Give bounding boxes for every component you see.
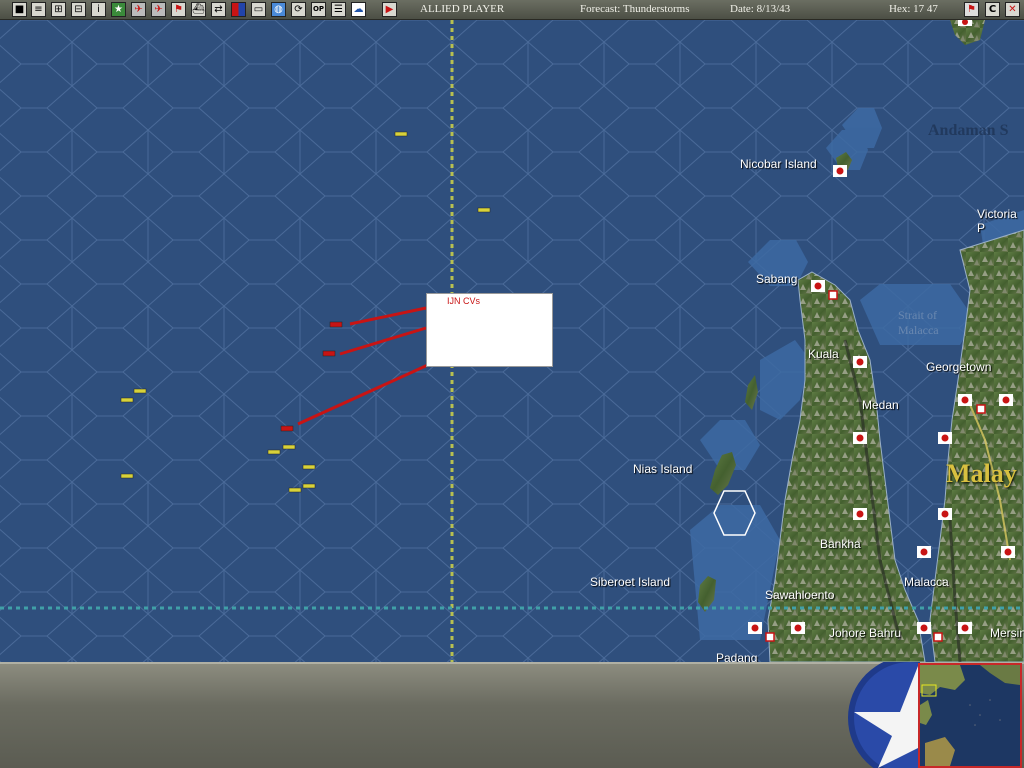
nation-flag-icon[interactable]: ⚑ [964,2,979,17]
map-label-mersing: Mersin [990,626,1024,640]
ship-icon[interactable]: ⛴ [191,2,206,17]
task-force-icon[interactable]: ⊟ [71,2,86,17]
flag-icon[interactable]: ⚑ [171,2,186,17]
info-icon[interactable]: i [91,2,106,17]
globe-icon[interactable]: ◍ [271,2,286,17]
map-label-strait: Strait of Malacca [898,308,939,337]
close-icon[interactable]: ✕ [1005,2,1020,17]
popup-title: IJN CVs [447,296,481,306]
map-label-sabang: Sabang [756,272,798,286]
map-label-nicobar: Nicobar Island [740,157,817,171]
map-label-sawahloento: Sawahloento [765,588,835,602]
end-turn-play-icon[interactable]: ▶ [382,2,397,17]
op-button[interactable]: OP [311,2,326,17]
side-icon[interactable] [231,2,246,17]
air-unit-icon[interactable]: ✈ [131,2,146,17]
map-label-johore: Johore Bahru [829,626,902,640]
map-label-victoria: Victoria P [977,207,1017,235]
minimap-canvas [920,665,1020,766]
weather-icon[interactable]: ☁ [351,2,366,17]
refresh-icon[interactable]: ⟳ [291,2,306,17]
op-label: OP [312,5,325,13]
map-label-nias: Nias Island [633,462,693,476]
map-label-siberoet: Siberoet Island [590,575,671,589]
star-icon[interactable]: ★ [111,2,126,17]
hex-coordinates: Hex: 17 47 [889,3,938,15]
group-icon[interactable]: ⊞ [51,2,66,17]
minimap[interactable] [918,663,1022,768]
map-label-andaman: Andaman S [928,122,1009,139]
map-label-padang: Padang [716,651,758,662]
map-label-kuala: Kuala [808,347,839,361]
map-label-malaya: Malay [946,459,1017,488]
top-toolbar: ■ ≡ ⊞ ⊟ i ★ ✈ ✈ ⚑ ⛴ ⇄ ▭ ◍ ⟳ OP ☰ ☁ ▶ ALL… [0,0,1024,20]
base-icon[interactable]: ▭ [251,2,266,17]
unit-info-popup: IJN CVs [426,293,553,367]
map-label-bankha: Bankha [820,537,861,551]
report-icon[interactable]: ≡ [31,2,46,17]
aircraft-icon[interactable]: ✈ [151,2,166,17]
weather-forecast: Forecast: Thunderstorms [580,3,690,15]
list-icon[interactable]: ☰ [331,2,346,17]
map-label-malacca: Malacca [904,575,949,589]
swap-icon[interactable]: ⇄ [211,2,226,17]
map-label-georgetown: Georgetown [926,360,992,374]
map-label-medan: Medan [862,398,899,412]
menu-icon[interactable]: ■ [12,2,27,17]
c-button[interactable]: C [985,2,1000,17]
game-date: Date: 8/13/43 [730,3,791,15]
allied-star-emblem [848,662,920,768]
player-side: ALLIED PLAYER [420,3,505,15]
